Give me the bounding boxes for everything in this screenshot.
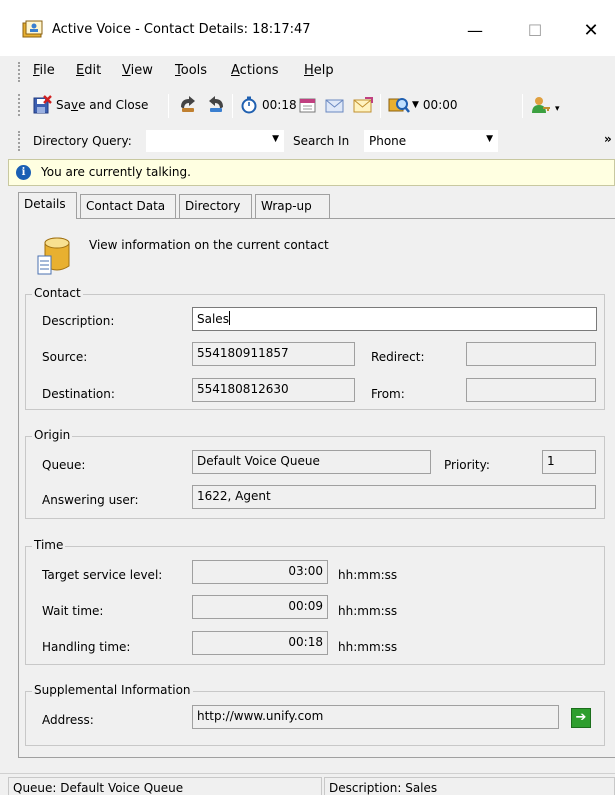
toolbar-separator bbox=[380, 94, 381, 118]
call-timer: 00:18 bbox=[240, 95, 297, 115]
transfer-icon bbox=[181, 96, 195, 112]
chevron-down-icon: ▼ bbox=[486, 134, 493, 144]
calendar-button[interactable] bbox=[298, 95, 318, 115]
email-icon bbox=[325, 99, 344, 113]
status-queue: Queue: Default Voice Queue bbox=[8, 777, 322, 795]
chevron-down-icon: ▾ bbox=[555, 104, 560, 114]
stopwatch-icon bbox=[241, 96, 257, 114]
destination-label: Destination: bbox=[42, 387, 115, 401]
time-unit-label: hh:mm:ss bbox=[338, 568, 398, 582]
find-contact-icon bbox=[388, 98, 410, 113]
info-icon: i bbox=[16, 165, 31, 180]
close-button[interactable]: ✕ bbox=[568, 14, 614, 48]
time-unit-label: hh:mm:ss bbox=[338, 604, 398, 618]
calendar-icon bbox=[299, 98, 316, 113]
tab-details[interactable]: Details bbox=[18, 192, 77, 219]
email-button[interactable] bbox=[324, 95, 346, 115]
open-address-button[interactable]: ➔ bbox=[571, 708, 591, 728]
time-group: Time Target service level: 03:00 hh:mm:s… bbox=[25, 538, 605, 665]
save-close-button[interactable]: Save and Close bbox=[32, 95, 148, 115]
wait-time-field: 00:09 bbox=[192, 595, 328, 619]
handling-time-field: 00:18 bbox=[192, 631, 328, 655]
directory-query-label: Directory Query: bbox=[33, 134, 132, 148]
address-field: http://www.unify.com bbox=[192, 705, 559, 729]
email-forward-icon bbox=[353, 97, 373, 113]
source-label: Source: bbox=[42, 350, 88, 364]
redirect-field bbox=[466, 342, 596, 366]
origin-group: Origin Queue: Default Voice Queue Priori… bbox=[25, 428, 605, 519]
destination-field: 554180812630 bbox=[192, 378, 355, 402]
maximize-button[interactable]: ☐ bbox=[512, 14, 558, 48]
toolbar-separator bbox=[168, 94, 169, 118]
search-in-combo[interactable]: Phone ▼ bbox=[364, 130, 498, 152]
save-close-icon bbox=[33, 95, 52, 114]
menu-help[interactable]: Help bbox=[304, 63, 334, 78]
find-contact-dropdown[interactable]: ▼ 00:00 bbox=[388, 95, 458, 115]
queue-field: Default Voice Queue bbox=[192, 450, 431, 474]
toolbar-grip[interactable] bbox=[18, 94, 22, 116]
status-bar: Queue: Default Voice Queue Description: … bbox=[0, 773, 615, 795]
answering-user-field: 1622, Agent bbox=[192, 485, 596, 509]
transfer-button[interactable] bbox=[178, 95, 198, 115]
address-label: Address: bbox=[42, 713, 94, 727]
menu-actions[interactable]: Actions bbox=[231, 63, 279, 78]
time-unit-label: hh:mm:ss bbox=[338, 640, 398, 654]
chevron-down-icon: ▼ bbox=[412, 100, 419, 110]
directory-query-bar: Directory Query: ▼ Search In Phone ▼ » bbox=[0, 126, 615, 156]
consult-icon bbox=[209, 96, 223, 112]
address-book-icon bbox=[22, 20, 43, 38]
tab-contact-data[interactable]: Contact Data bbox=[80, 194, 176, 218]
menu-edit[interactable]: Edit bbox=[76, 63, 101, 78]
menu-bar: File Edit View Tools Actions Help bbox=[0, 58, 615, 86]
tab-directory[interactable]: Directory bbox=[179, 194, 252, 218]
querybar-grip[interactable] bbox=[18, 131, 22, 151]
time-group-legend: Time bbox=[32, 538, 66, 552]
description-field[interactable]: Sales bbox=[192, 307, 597, 331]
contact-database-icon bbox=[37, 237, 70, 275]
title-bar: Active Voice - Contact Details: 18:17:47… bbox=[0, 0, 615, 56]
details-panel: View information on the current contact … bbox=[18, 218, 615, 758]
email-forward-button[interactable] bbox=[352, 95, 374, 115]
toolbar-separator bbox=[232, 94, 233, 118]
chevron-down-icon: ▼ bbox=[272, 134, 279, 144]
priority-field: 1 bbox=[542, 450, 596, 474]
contact-group-legend: Contact bbox=[32, 286, 83, 300]
menu-file[interactable]: File bbox=[33, 63, 55, 78]
supplemental-group: Supplemental Information Address: http:/… bbox=[25, 683, 605, 746]
menu-view[interactable]: View bbox=[122, 63, 153, 78]
target-service-level-label: Target service level: bbox=[42, 568, 163, 582]
wait-time-label: Wait time: bbox=[42, 604, 104, 618]
handling-time-label: Handling time: bbox=[42, 640, 131, 654]
minimize-button[interactable]: — bbox=[452, 14, 498, 48]
target-service-level-field: 03:00 bbox=[192, 560, 328, 584]
answering-user-label: Answering user: bbox=[42, 493, 139, 507]
menubar-grip[interactable] bbox=[18, 62, 22, 82]
origin-group-legend: Origin bbox=[32, 428, 73, 442]
menu-tools[interactable]: Tools bbox=[175, 63, 207, 78]
redirect-label: Redirect: bbox=[371, 350, 425, 364]
toolbar-separator bbox=[522, 94, 523, 118]
source-field: 554180911857 bbox=[192, 342, 355, 366]
info-bar: i You are currently talking. bbox=[8, 159, 615, 186]
supplemental-group-legend: Supplemental Information bbox=[32, 683, 193, 697]
info-message: You are currently talking. bbox=[41, 165, 191, 179]
from-field bbox=[466, 378, 596, 402]
description-label: Description: bbox=[42, 314, 115, 328]
priority-label: Priority: bbox=[444, 458, 490, 472]
from-label: From: bbox=[371, 387, 405, 401]
window-title: Active Voice - Contact Details: 18:17:47 bbox=[52, 22, 311, 37]
toolbar-overflow-button[interactable]: » bbox=[604, 132, 612, 146]
user-key-dropdown[interactable]: ▾ bbox=[530, 95, 560, 115]
status-description: Description: Sales bbox=[324, 777, 615, 795]
contact-group: Contact Description: Sales Source: 55418… bbox=[25, 286, 605, 410]
panel-heading: View information on the current contact bbox=[89, 238, 329, 252]
user-key-icon bbox=[532, 97, 550, 113]
tab-wrap-up[interactable]: Wrap-up bbox=[255, 194, 330, 218]
queue-label: Queue: bbox=[42, 458, 86, 472]
directory-query-combo[interactable]: ▼ bbox=[146, 130, 284, 152]
arrow-right-icon: ➔ bbox=[575, 710, 587, 725]
consult-button[interactable] bbox=[206, 95, 226, 115]
search-in-label: Search In bbox=[293, 134, 350, 148]
toolbar: Save and Close 00:18 ▼ 00:00 ▾ bbox=[0, 88, 615, 122]
